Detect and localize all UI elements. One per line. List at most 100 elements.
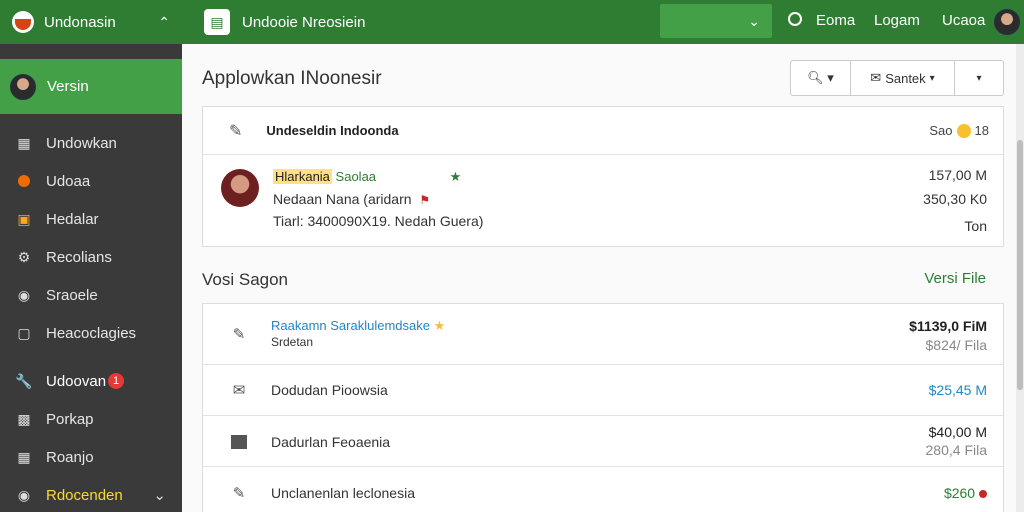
- pencil-icon: ✎: [232, 485, 246, 502]
- topbar-link-logam[interactable]: Logam: [874, 12, 920, 29]
- puzzle-icon: ⚙: [17, 248, 31, 265]
- status-circle-icon: [788, 12, 802, 26]
- topbar-link-ucaoa[interactable]: Ucaoa: [942, 12, 985, 29]
- topbar: ▤ Undooie Nreosiein ⌄ Eoma Logam Ucaoa: [182, 0, 1024, 44]
- caret-down-icon: ▾: [976, 72, 982, 84]
- info-line: Tiarl: 3400090X19. Nedah Guera): [273, 213, 484, 229]
- main-content: Applowkan INoonesir 🔍︎ ▾ ✉ Santek ▾ ▾ ✎ …: [182, 44, 1016, 512]
- sidebar-item-hedalar[interactable]: ▣ Hedalar: [0, 200, 182, 238]
- sidebar-item-rdocenden[interactable]: ◉ Rdocenden ⌄: [0, 476, 182, 512]
- sort-dropdown[interactable]: ✉ Santek ▾: [851, 61, 955, 95]
- file-list: ✎ Raakamn Saraklulemdsake ★ Srdetan $113…: [202, 303, 1004, 512]
- list-item-title: Raakamn Saraklulemdsake ★: [271, 318, 445, 334]
- more-dropdown[interactable]: ▾: [955, 61, 1003, 95]
- envelope-icon: ✉: [870, 70, 882, 85]
- sidebar-item-undowkan[interactable]: ▦ Undowkan: [0, 124, 182, 162]
- card-header: ✎ Undeseldin Indoonda Sao 18: [203, 107, 1003, 155]
- list-item[interactable]: ✎ Raakamn Saraklulemdsake ★ Srdetan $113…: [203, 304, 1003, 365]
- circle-icon: ◉: [17, 486, 31, 503]
- app-title: Undooie Nreosiein: [242, 13, 366, 31]
- emoji-icon: [956, 123, 971, 138]
- tag-line: Hlarkania Saolaa ★: [273, 169, 461, 185]
- list-item-value: $1139,0 FiM: [909, 318, 987, 334]
- highlight-tag: Hlarkania: [273, 169, 332, 184]
- document-icon: ▤: [204, 9, 230, 35]
- page-title: Applowkan INoonesir: [202, 68, 382, 89]
- sidebar-item-label: Rdocenden: [46, 486, 123, 504]
- sort-label: Santek: [885, 70, 926, 86]
- list-item[interactable]: Dadurlan Feoaenia $40,00 M 280,4 Fila: [203, 416, 1003, 467]
- star-icon: ★: [449, 169, 462, 184]
- list-item-title: Unclanenlan leclonesia: [271, 485, 415, 501]
- sidebar-item-sraoele[interactable]: ◉ Sraoele: [0, 276, 182, 314]
- card-body: Hlarkania Saolaa ★ Nedaan Nana (aridarn …: [203, 155, 1003, 247]
- sidebar-item-label: Hedalar: [46, 210, 99, 228]
- window-icon: ▩: [17, 410, 31, 427]
- value-3: Ton: [964, 218, 987, 234]
- grid-icon: ▦: [17, 134, 31, 151]
- list-item-value: $25,45 M: [928, 382, 987, 398]
- list-item-title: Dodudan Pioowsia: [271, 382, 388, 398]
- flag-icon: ⚑: [419, 193, 431, 207]
- chevron-down-icon[interactable]: ⌄: [153, 486, 166, 504]
- orange-dot-icon: [16, 173, 32, 189]
- sidebar: Undonasin ⌃ Versin ▦ Undowkan Udoaa ▣ He…: [0, 0, 182, 512]
- list-item-title: Dadurlan Feoaenia: [271, 434, 391, 450]
- card-heading: Undeseldin Indoonda: [266, 123, 399, 138]
- sidebar-user[interactable]: Versin: [0, 59, 182, 114]
- sidebar-brand[interactable]: Undonasin ⌃: [0, 0, 182, 44]
- detail-text: Nedaan Nana (aridarn: [273, 191, 412, 207]
- sidebar-item-recolians[interactable]: ⚙ Recolians: [0, 238, 182, 276]
- list-item[interactable]: ✉ Dodudan Pioowsia $25,45 M: [203, 365, 1003, 416]
- chevron-down-icon: ⌄: [748, 12, 760, 29]
- value-2: 350,30 K0: [923, 191, 987, 207]
- envelope-icon: ✉: [232, 382, 246, 399]
- meta-count: 18: [974, 123, 989, 138]
- star-icon: ★: [433, 318, 446, 333]
- sidebar-item-heacoclagies[interactable]: ▢ Heacoclagies: [0, 314, 182, 352]
- sidebar-item-roanjo[interactable]: ▦ Roanjo: [0, 438, 182, 476]
- card-meta: Sao 18: [929, 123, 989, 138]
- scrollbar-thumb[interactable]: [1017, 140, 1023, 390]
- list-item-subtitle: Srdetan: [271, 335, 314, 349]
- topbar-link-eoma[interactable]: Eoma: [816, 12, 855, 29]
- sidebar-item-label: Undowkan: [46, 134, 117, 152]
- status-dot-icon: [979, 490, 987, 498]
- brand-logo-icon: [12, 11, 34, 33]
- scrollbar[interactable]: [1016, 44, 1024, 512]
- monitor-icon: ▢: [17, 324, 31, 341]
- topbar-dropdown[interactable]: ⌄: [660, 4, 772, 38]
- meta-label: Sao: [929, 123, 953, 138]
- caret-down-icon: ▾: [929, 72, 935, 84]
- sidebar-item-label: Recolians: [46, 248, 112, 266]
- avatar: [10, 73, 36, 100]
- user-avatar[interactable]: [994, 9, 1020, 35]
- list-item-title-text: Raakamn Saraklulemdsake: [271, 318, 430, 333]
- section-link[interactable]: Versi File: [924, 270, 986, 287]
- summary-card: ✎ Undeseldin Indoonda Sao 18 Hlarkania S…: [202, 106, 1004, 247]
- list-item-subvalue: $824/ Fila: [925, 337, 987, 353]
- sidebar-item-label: Heacoclagies: [46, 324, 137, 342]
- sidebar-item-label: Udoovan: [46, 372, 107, 390]
- user-name: Versin: [47, 78, 89, 95]
- section-title: Vosi Sagon: [202, 270, 289, 289]
- pencil-icon[interactable]: ✎: [229, 121, 242, 141]
- value-1: 157,00 M: [928, 167, 987, 183]
- sidebar-item-porkap[interactable]: ▩ Porkap: [0, 400, 182, 438]
- sidebar-item-label: Roanjo: [46, 448, 94, 466]
- sidebar-item-label: Udoaa: [46, 172, 91, 190]
- toolbar: 🔍︎ ▾ ✉ Santek ▾ ▾: [790, 60, 1004, 96]
- list-item-value: $260: [944, 485, 987, 501]
- notification-badge: 1: [108, 373, 125, 389]
- sidebar-item-udoovan[interactable]: 🔧 Udoovan 1: [0, 362, 182, 400]
- search-icon: 🔍︎ ▾: [807, 70, 834, 85]
- status-label: Saolaa: [335, 169, 377, 184]
- sidebar-item-label: Porkap: [46, 410, 94, 428]
- list-item[interactable]: ✎ Unclanenlan leclonesia $260: [203, 467, 1003, 512]
- sidebar-item-udoaa[interactable]: Udoaa: [0, 162, 182, 200]
- list-item-value: $40,00 M: [928, 424, 987, 440]
- chevron-up-icon[interactable]: ⌃: [158, 14, 170, 31]
- square-icon: [231, 434, 247, 450]
- search-button[interactable]: 🔍︎ ▾: [791, 61, 851, 95]
- pencil-icon: ✎: [232, 326, 246, 343]
